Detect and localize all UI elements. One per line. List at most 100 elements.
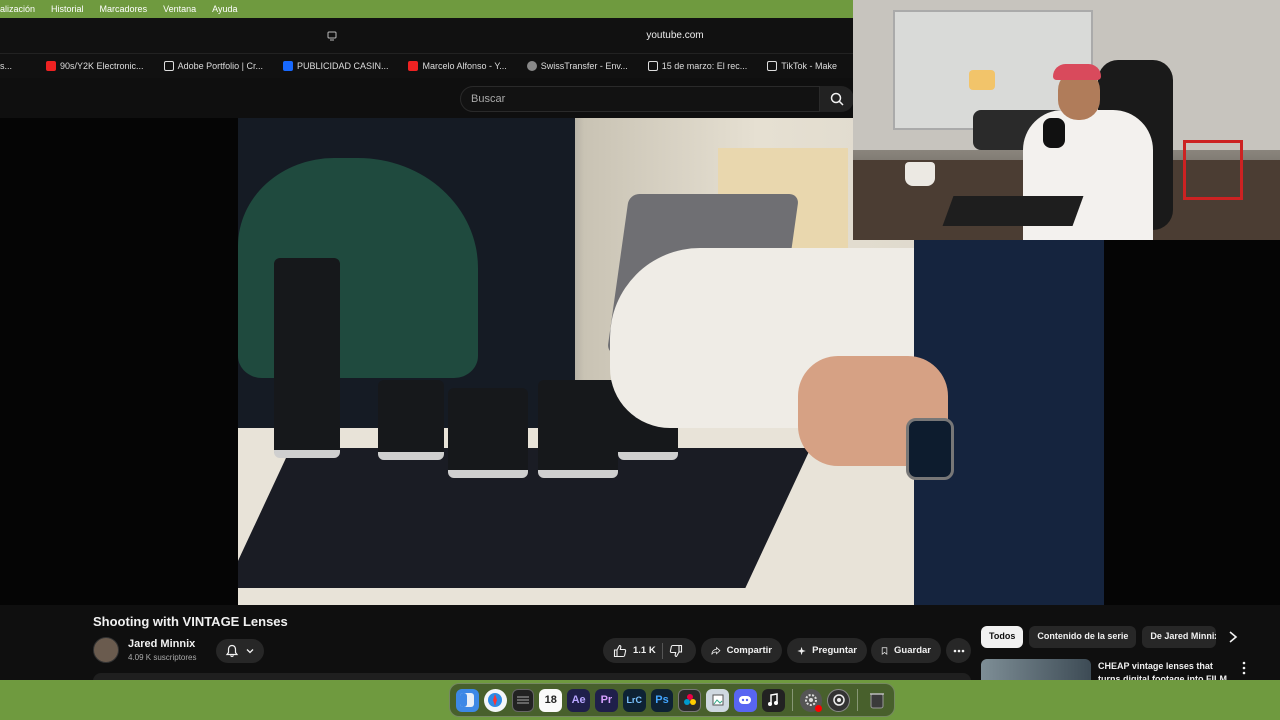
search-icon: [830, 92, 844, 106]
related-filter-chips: Todos Contenido de la serie De Jared Min…: [981, 626, 1217, 648]
notifications-button[interactable]: [216, 639, 264, 663]
bookmark-item[interactable]: s...: [0, 61, 12, 71]
preview-icon[interactable]: [706, 688, 729, 712]
discord-icon[interactable]: [734, 688, 757, 712]
trash-icon[interactable]: [865, 689, 888, 712]
discord-logo-icon: [739, 696, 752, 704]
share-icon: [711, 646, 721, 655]
browser-address-bar: youtube.com: [0, 18, 853, 54]
webcam-overlay: [853, 0, 1280, 240]
like-count[interactable]: 1.1 K: [633, 645, 656, 656]
photoshop-icon[interactable]: Ps: [650, 688, 674, 712]
webcam-lamp: [969, 70, 995, 90]
bookmark-item[interactable]: PUBLICIDAD CASIN...: [282, 61, 389, 71]
tiktok-icon: [647, 61, 658, 71]
chip-series[interactable]: Contenido de la serie: [1029, 626, 1137, 648]
lens: [274, 258, 340, 458]
finder-icon[interactable]: [456, 688, 479, 712]
photoshop-label: Ps: [655, 694, 669, 706]
menu-window[interactable]: Ventana: [163, 4, 196, 14]
page-settings-icon[interactable]: [326, 30, 338, 42]
channel-name[interactable]: Jared Minnix: [128, 638, 195, 650]
calendar-icon[interactable]: 18: [539, 688, 563, 712]
tiktok-icon: [767, 61, 778, 71]
premiere-pro-icon[interactable]: Pr: [595, 688, 618, 712]
notification-dot: [815, 704, 823, 712]
menu-view[interactable]: alización: [0, 4, 35, 14]
bell-icon: [225, 644, 239, 658]
sparkle-icon: [797, 646, 806, 655]
channel-avatar[interactable]: [93, 637, 119, 663]
lens: [378, 380, 444, 460]
chip-from-channel[interactable]: De Jared Minnix: [1142, 626, 1217, 648]
recommended-video-title[interactable]: CHEAP vintage lenses that turns digital …: [1098, 660, 1230, 680]
terminal-icon[interactable]: [511, 688, 535, 712]
ask-button[interactable]: Preguntar: [787, 638, 867, 663]
bookmark-icon: [881, 646, 888, 655]
bookmark-item[interactable]: 90s/Y2K Electronic...: [46, 61, 144, 71]
swisstransfer-icon: [526, 61, 537, 71]
bookmark-item[interactable]: Adobe Portfolio | Cr...: [163, 61, 263, 71]
dock-separator: [791, 689, 793, 711]
bookmark-label: TikTok - Make: [781, 61, 837, 71]
calendar-day: 18: [544, 694, 557, 706]
bookmark-label: SwissTransfer - Env...: [540, 61, 628, 71]
smartwatch: [906, 418, 954, 480]
search-input[interactable]: Buscar: [460, 86, 820, 112]
chevron-down-icon: [246, 649, 254, 654]
bookmark-item[interactable]: SwissTransfer - Env...: [526, 61, 628, 71]
lens: [538, 380, 618, 478]
music-note-icon: [768, 693, 779, 706]
subscriber-count: 4.09 K suscriptores: [128, 653, 197, 662]
search-button[interactable]: [820, 86, 854, 112]
share-label: Compartir: [726, 645, 772, 656]
after-effects-label: Ae: [571, 694, 586, 706]
bookmark-label: 90s/Y2K Electronic...: [60, 61, 144, 71]
thumbs-down-icon[interactable]: [669, 644, 683, 658]
bookmark-item[interactable]: TikTok - Make: [767, 61, 837, 71]
recorder-icon[interactable]: [827, 688, 851, 712]
bookmark-label: PUBLICIDAD CASIN...: [296, 61, 389, 71]
prompt-icon: [517, 696, 529, 704]
bookmark-label: 15 de marzo: El rec...: [661, 61, 748, 71]
menu-help[interactable]: Ayuda: [212, 4, 237, 14]
safari-icon[interactable]: [483, 688, 507, 712]
save-button[interactable]: Guardar: [871, 638, 941, 663]
thumbs-up-icon[interactable]: [613, 644, 627, 658]
webcam-mug: [905, 162, 935, 186]
macos-dock: 18 Ae Pr LrC Ps: [449, 683, 895, 717]
more-actions-button[interactable]: [946, 638, 971, 663]
more-horizontal-icon: [953, 649, 964, 652]
davinci-resolve-icon[interactable]: [678, 688, 702, 712]
menu-history[interactable]: Historial: [51, 4, 84, 14]
like-dislike-group: 1.1 K: [603, 638, 696, 663]
premiere-pro-label: Pr: [600, 694, 613, 706]
menu-bookmarks[interactable]: Marcadores: [100, 4, 148, 14]
like-divider: [661, 642, 663, 659]
after-effects-icon[interactable]: Ae: [567, 688, 590, 712]
chevron-right-icon[interactable]: [1225, 628, 1241, 646]
record-icon: [833, 694, 845, 706]
resolve-petals-icon: [683, 694, 696, 705]
bookmark-item[interactable]: 15 de marzo: El rec...: [647, 61, 748, 71]
system-settings-icon[interactable]: [799, 688, 823, 712]
recommended-video-thumbnail[interactable]: [981, 659, 1091, 681]
bookmarks-bar: s... 90s/Y2K Electronic... Adobe Portfol…: [0, 54, 853, 78]
ask-label: Preguntar: [812, 645, 857, 656]
bookmark-label: Adobe Portfolio | Cr...: [177, 61, 263, 71]
youtube-header: Buscar: [0, 78, 854, 118]
more-vertical-icon[interactable]: [1238, 660, 1250, 676]
lens: [448, 388, 528, 478]
url-field[interactable]: youtube.com: [600, 30, 750, 41]
video-title: Shooting with VINTAGE Lenses: [93, 614, 288, 629]
bookmark-item[interactable]: Marcelo Alfonso - Y...: [408, 61, 507, 71]
chip-all[interactable]: Todos: [981, 626, 1024, 648]
music-icon[interactable]: [761, 688, 785, 712]
youtube-icon: [408, 61, 419, 71]
image-viewer-icon: [712, 694, 724, 706]
compass-icon: [488, 693, 503, 707]
webcam-cap: [1053, 64, 1101, 80]
share-button[interactable]: Compartir: [701, 638, 782, 663]
lightroom-classic-icon[interactable]: LrC: [622, 688, 646, 712]
save-label: Guardar: [894, 645, 931, 656]
